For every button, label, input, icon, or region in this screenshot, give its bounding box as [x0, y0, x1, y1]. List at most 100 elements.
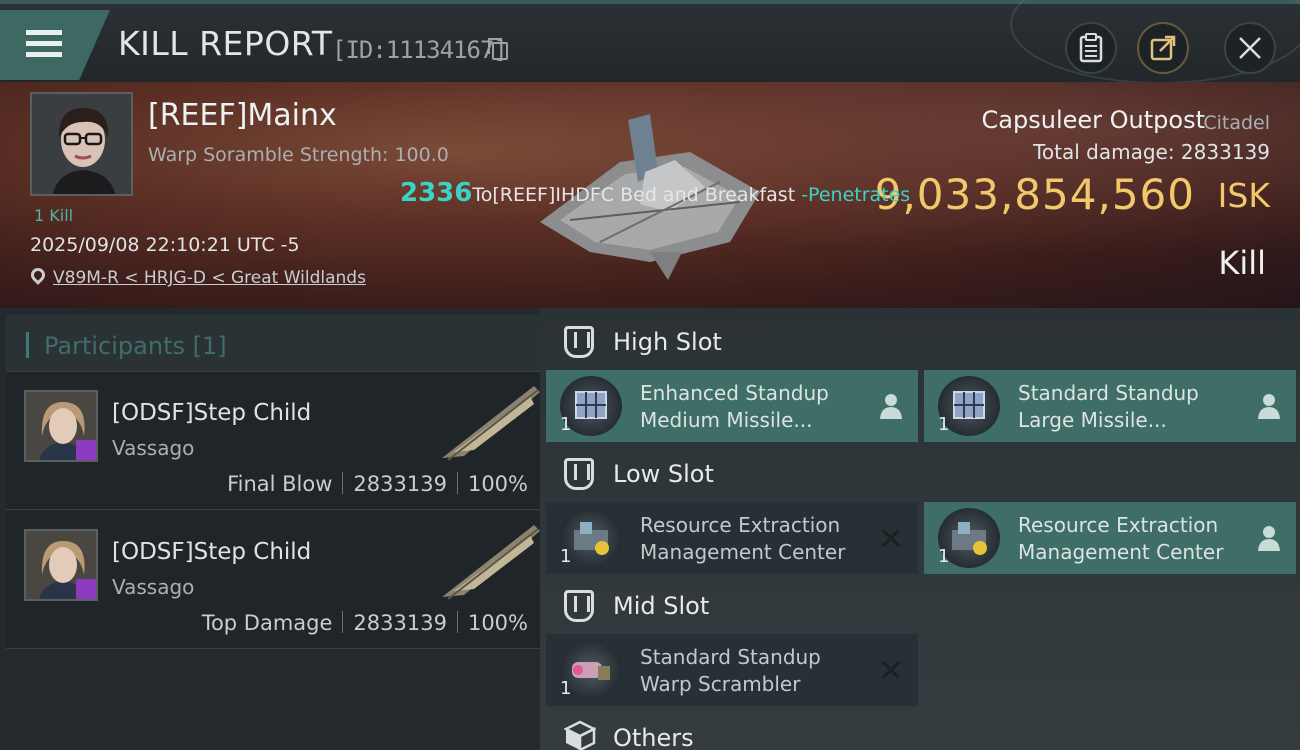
ship-image [442, 525, 540, 600]
participant-percent: 100% [467, 611, 528, 635]
module-name-line1: Enhanced Standup [640, 381, 829, 405]
module-name-line1: Standard Standup [640, 645, 821, 669]
avatar-image [32, 94, 131, 194]
participant-name[interactable]: [ODSF]Step Child [112, 400, 311, 426]
export-button[interactable] [1137, 22, 1189, 74]
damage-number: 2336 [400, 178, 473, 208]
participant-damage: 2833139 [353, 611, 447, 635]
ship-image [442, 386, 540, 461]
low-slot-label: Low Slot [613, 460, 714, 488]
module-item[interactable]: 1 Enhanced Standup Medium Missile... [546, 370, 918, 442]
hamburger-icon-bar [26, 41, 62, 46]
header-bar: KILL REPORT [ID:11134167] [0, 0, 1300, 84]
clipboard-button[interactable] [1065, 22, 1117, 74]
participant-role: Final Blow [227, 472, 333, 496]
kill-result: Kill [1218, 244, 1266, 282]
person-icon [880, 394, 902, 419]
cube-icon [564, 720, 596, 750]
participant-row[interactable]: [ODSF]Step Child Vassago Final Blow 28331… [6, 372, 540, 510]
participant-stats: Top Damage 2833139 100% [202, 611, 528, 635]
participants-title: Participants [1] [44, 332, 227, 360]
location-pin-icon [28, 265, 48, 285]
high-slot-header: High Slot [540, 312, 1300, 372]
divider [456, 611, 458, 633]
close-icon [1239, 37, 1261, 59]
hamburger-icon-bar [26, 52, 62, 57]
low-slot-icon [564, 458, 594, 490]
share-icon [1150, 35, 1176, 61]
module-quantity: 1 [560, 546, 572, 567]
module-name-line1: Standard Standup [1018, 381, 1199, 405]
module-name-line1: Resource Extraction [1018, 513, 1219, 537]
module-quantity: 1 [938, 414, 950, 435]
kill-datetime: 2025/09/08 22:10:21 UTC -5 [30, 234, 300, 256]
module-name: Standard Standup Large Missile... [1018, 380, 1248, 434]
clipboard-icon [1079, 33, 1103, 63]
divider [456, 472, 458, 494]
participant-row[interactable]: [ODSF]Step Child Vassago Top Damage 28331… [6, 511, 540, 649]
module-name-line2: Large Missile... [1018, 408, 1167, 432]
participants-panel: Participants [1] [ODSF]Step Child Vassag… [0, 308, 540, 750]
participant-name[interactable]: [ODSF]Step Child [112, 539, 311, 565]
high-slot-icon [564, 326, 594, 358]
participant-ship: Vassago [112, 575, 195, 599]
isk-value: 9,033,854,560 [874, 170, 1195, 219]
damage-effect: -Penetrates [801, 184, 911, 206]
header-accent [26, 332, 29, 358]
module-quantity: 1 [560, 414, 572, 435]
module-item[interactable]: 1 Standard Standup Warp Scrambler [546, 634, 918, 706]
module-quantity: 1 [938, 546, 950, 567]
module-name-line2: Management Center [640, 540, 846, 564]
others-header: Others [540, 708, 1300, 750]
mid-slot-icon [564, 590, 594, 622]
module-name: Enhanced Standup Medium Missile... [640, 380, 870, 434]
module-item[interactable]: 1 Resource Extraction Management Center [924, 502, 1296, 574]
badge-icon [76, 579, 96, 599]
participant-percent: 100% [467, 472, 528, 496]
participant-ship: Vassago [112, 436, 195, 460]
participant-avatar[interactable] [24, 529, 98, 601]
participant-stats: Final Blow 2833139 100% [227, 472, 528, 496]
victim-name[interactable]: [REEF]Mainx [148, 98, 337, 133]
copy-icon[interactable] [488, 38, 508, 60]
module-name: Standard Standup Warp Scrambler [640, 644, 870, 698]
module-quantity: 1 [560, 678, 572, 699]
fitting-panel: High Slot 1 Enhanced Standup Medium Missi… [540, 308, 1300, 750]
person-icon [1258, 526, 1280, 551]
victim-avatar[interactable] [30, 92, 133, 196]
total-damage: Total damage: 2833139 [1033, 140, 1270, 164]
page-title: KILL REPORT [118, 24, 333, 63]
kill-count: 1 Kill [34, 206, 74, 225]
isk-unit: ISK [1217, 176, 1270, 215]
participant-avatar[interactable] [24, 390, 98, 462]
module-item[interactable]: 1 Resource Extraction Management Center [546, 502, 918, 574]
structure-type: Citadel [1203, 112, 1270, 134]
badge-icon [76, 440, 96, 460]
mid-slot-header: Mid Slot [540, 576, 1300, 636]
damage-target: To[REEF]IHDFC Bed and Breakfast [472, 184, 802, 206]
module-name-line2: Medium Missile... [640, 408, 813, 432]
participant-damage: 2833139 [353, 472, 447, 496]
participants-header: Participants [1] [6, 314, 540, 372]
mid-slot-label: Mid Slot [613, 592, 710, 620]
close-button[interactable] [1224, 22, 1276, 74]
kill-banner: [REEF]Mainx Warp Soramble Strength: 100.… [0, 82, 1300, 308]
module-name-line2: Management Center [1018, 540, 1224, 564]
report-id: [ID:11134167] [332, 36, 508, 64]
structure-name: Capsuleer Outpost [981, 106, 1205, 134]
module-name: Resource Extraction Management Center [640, 512, 870, 566]
warp-scramble-strength: Warp Soramble Strength: 100.0 [148, 144, 449, 166]
person-icon [1258, 394, 1280, 419]
high-slot-label: High Slot [613, 328, 722, 356]
destroyed-x-icon [881, 660, 901, 680]
hamburger-icon [26, 30, 62, 35]
module-item[interactable]: 1 Standard Standup Large Missile... [924, 370, 1296, 442]
module-name-line2: Warp Scrambler [640, 672, 801, 696]
menu-button[interactable] [0, 10, 110, 80]
participant-role: Top Damage [201, 611, 333, 635]
destroyed-x-icon [881, 528, 901, 548]
location-link[interactable]: V89M-R < HRJG-D < Great Wildlands [53, 268, 366, 288]
damage-event: 2336To[REEF]IHDFC Bed and Breakfast -Pen… [400, 178, 910, 208]
module-name-line1: Resource Extraction [640, 513, 841, 537]
low-slot-header: Low Slot [540, 444, 1300, 504]
